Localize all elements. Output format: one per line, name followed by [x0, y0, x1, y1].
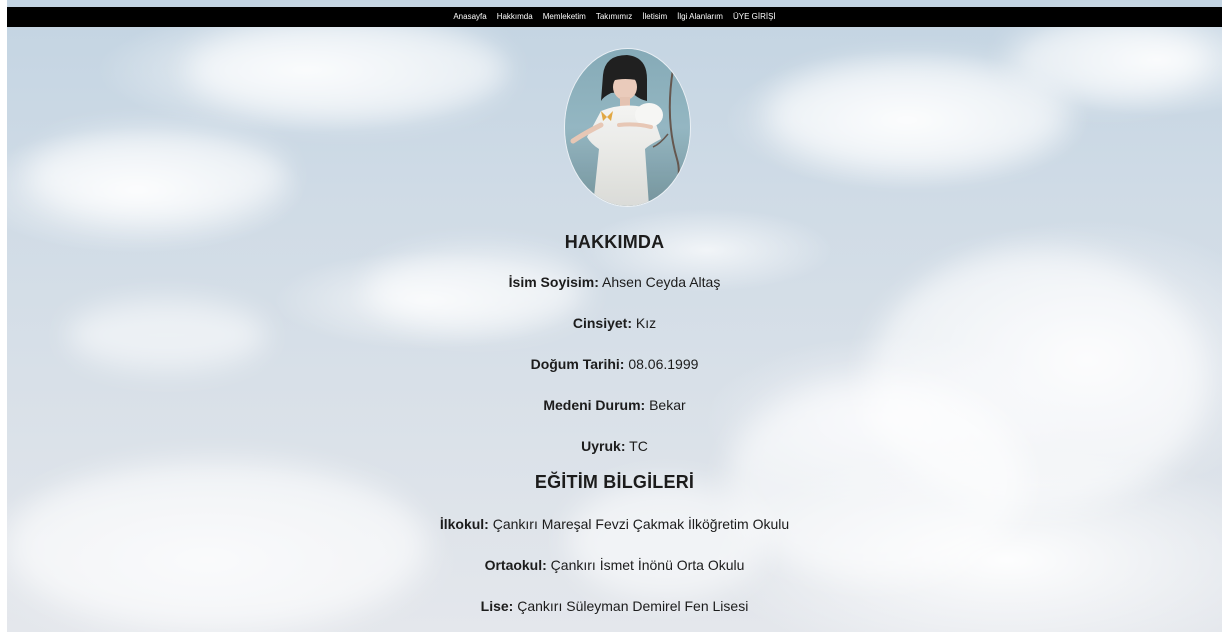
info-value: Bekar	[645, 397, 686, 413]
info-value: Kız	[632, 315, 657, 331]
education-label: Ortaokul:	[484, 557, 547, 573]
cloud	[187, 20, 507, 120]
info-label: Medeni Durum:	[543, 397, 646, 413]
cloud	[1007, 20, 1207, 100]
nav-link-uye-girisi[interactable]: ÜYE GİRİŞİ	[728, 7, 781, 27]
info-label: İsim Soyisim:	[508, 274, 599, 290]
education-row-primary: İlkokul: Çankırı Mareşal Fevzi Çakmak İl…	[0, 516, 1229, 532]
info-value: 08.06.1999	[624, 356, 699, 372]
nav-link-iletisim[interactable]: İletisim	[637, 7, 672, 27]
info-row-nationality: Uyruk: TC	[0, 438, 1229, 454]
nav-link-anasayfa[interactable]: Anasayfa	[448, 7, 491, 27]
top-navbar: Anasayfa Hakkımda Memleketim Takımımız İ…	[7, 7, 1222, 27]
info-label: Cinsiyet:	[572, 315, 632, 331]
nav-list: Anasayfa Hakkımda Memleketim Takımımız İ…	[448, 7, 780, 27]
education-label: İlkokul:	[439, 516, 489, 532]
info-row-gender: Cinsiyet: Kız	[0, 315, 1229, 331]
cloud	[27, 130, 287, 220]
cloud	[567, 480, 767, 600]
profile-photo	[565, 49, 690, 206]
about-heading: HAKKIMDA	[564, 232, 665, 252]
info-label: Uyruk:	[581, 438, 626, 454]
nav-link-memleketim[interactable]: Memleketim	[538, 7, 591, 27]
education-row-middle: Ortaokul: Çankırı İsmet İnönü Orta Okulu	[0, 557, 1229, 573]
education-row-high-school: Lise: Çankırı Süleyman Demirel Fen Lises…	[0, 598, 1229, 614]
education-value: Çankırı Süleyman Demirel Fen Lisesi	[513, 598, 749, 614]
nav-link-takimimiz[interactable]: Takımımız	[591, 7, 637, 27]
info-value: Ahsen Ceyda Altaş	[598, 274, 721, 290]
info-value: TC	[625, 438, 648, 454]
info-row-marital-status: Medeni Durum: Bekar	[0, 397, 1229, 413]
nav-link-hakkimda[interactable]: Hakkımda	[492, 7, 538, 27]
info-label: Doğum Tarihi:	[530, 356, 625, 372]
nav-link-ilgi-alanlarim[interactable]: İlgi Alanlarım	[672, 7, 728, 27]
info-row-birthdate: Doğum Tarihi: 08.06.1999	[0, 356, 1229, 372]
education-label: Lise:	[480, 598, 514, 614]
education-value: Çankırı Mareşal Fevzi Çakmak İlköğretim …	[488, 516, 790, 532]
education-heading: EĞİTİM BİLGİLERİ	[534, 472, 695, 492]
education-value: Çankırı İsmet İnönü Orta Okulu	[546, 557, 745, 573]
info-row-name: İsim Soyisim: Ahsen Ceyda Altaş	[0, 274, 1229, 290]
page: Anasayfa Hakkımda Memleketim Takımımız İ…	[0, 0, 1229, 632]
